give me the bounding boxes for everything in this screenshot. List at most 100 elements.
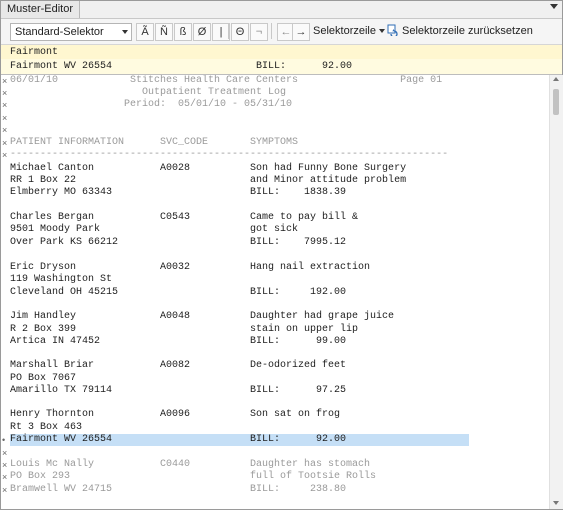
editor-line-text: Cleveland OH 45215 BILL: 192.00 [10,287,347,298]
excluded-line-marker-icon[interactable]: × [2,124,9,136]
window-title: Muster-Editor [1,1,81,18]
muster-editor-window: Muster-Editor Standard-Selektor Ã Ñ ß Ø … [0,0,563,510]
editor-line-text: 119 Washington St [10,274,113,285]
editor-line[interactable]: Michael Canton A0028 Son had Funny Bone … [1,163,549,175]
editor-line-text: PO Box 293 full of Tootsie Rolls [10,471,377,482]
char-button-theta[interactable]: Θ [231,23,249,41]
excluded-line-marker-icon[interactable]: × [2,459,9,471]
editor-line[interactable]: Henry Thornton A0096 Son sat on frog [1,409,549,421]
toolbar-separator [228,23,229,39]
excluded-line-marker-icon[interactable]: × [2,447,9,459]
selected-line-preview-text: Fairmont WV 26554 BILL: 92.00 [10,61,353,72]
selector-dropdown-value: Standard-Selektor [15,26,104,38]
editor-line-text: Elmberry MO 63343 BILL: 1838.39 [10,187,347,198]
editor-line-text: Over Park KS 66212 BILL: 7995.12 [10,237,347,248]
editor-line[interactable]: PO Box 7067 [1,373,549,385]
editor-line[interactable]: × [1,447,549,459]
toolbar-separator [271,23,272,39]
editor-line-text: Michael Canton A0028 Son had Funny Bone … [10,163,407,174]
editor-line[interactable]: Elmberry MO 63343 BILL: 1838.39 [1,187,549,199]
editor-line[interactable]: × Louis Mc Nally C0440 Daughter has stoma… [1,459,549,471]
editor-line[interactable]: × [1,112,549,124]
excluded-line-marker-icon[interactable]: × [2,75,9,87]
search-input[interactable]: Fairmont [10,46,58,59]
editor-line[interactable]: × [1,124,549,136]
excluded-line-marker-icon[interactable]: × [2,87,9,99]
editor-line-text: Charles Bergan C0543 Came to pay bill & [10,212,359,223]
excluded-line-marker-icon[interactable]: × [2,137,9,149]
excluded-line-marker-icon[interactable]: × [2,149,9,161]
char-button-n-tilde[interactable]: Ñ [155,23,173,41]
editor-line[interactable]: Charles Bergan C0543 Came to pay bill & [1,212,549,224]
editor-line-text: Jim Handley A0048 Daughter had grape jui… [10,311,395,322]
editor-line[interactable]: 119 Washington St [1,274,549,286]
editor-line-text: PO Box 7067 [10,373,77,384]
search-input-row[interactable]: Fairmont [1,45,562,60]
title-bar: Muster-Editor [1,1,562,19]
nav-right-button[interactable]: → [292,23,310,41]
editor-line[interactable]: Amarillo TX 79114 BILL: 97.25 [1,385,549,397]
editor-line-text: Outpatient Treatment Log [10,87,287,98]
editor-line-text: Henry Thornton A0096 Son sat on frog [10,409,341,420]
editor-line[interactable]: RR 1 Box 22 and Minor attitude problem [1,175,549,187]
editor-line-text: PATIENT INFORMATION SVC_CODE SYMPTOMS [10,137,299,148]
reset-selector-row-button[interactable]: Selektorzeile zurücksetzen [402,23,533,39]
editor-line[interactable]: Rt 3 Box 463 [1,422,549,434]
editor-line-text: 06/01/10 Stitches Health Care Centers Pa… [10,75,443,86]
editor-line[interactable]: × Period: 05/01/10 - 05/31/10 [1,99,549,111]
editor-line-text: Rt 3 Box 463 [10,422,83,433]
editor-line-text: RR 1 Box 22 and Minor attitude problem [10,175,407,186]
excluded-line-marker-icon[interactable]: × [2,484,9,496]
char-button-a-tilde[interactable]: Ã [136,23,154,41]
editor-line[interactable]: × PATIENT INFORMATION SVC_CODE SYMPTOMS [1,137,549,149]
selector-dropdown[interactable]: Standard-Selektor [10,23,132,41]
editor-line-text: ----------------------------------------… [10,149,449,160]
selector-row-label: Selektorzeile [313,25,376,37]
char-button-eszett[interactable]: ß [174,23,192,41]
editor-line[interactable]: × PO Box 293 full of Tootsie Rolls [1,471,549,483]
window-menu-chevron-icon[interactable] [550,4,558,9]
editor-line[interactable]: Over Park KS 66212 BILL: 7995.12 [1,237,549,249]
editor-line[interactable]: × ---------------------------------------… [1,149,549,161]
editor-line[interactable] [1,249,549,261]
editor-line[interactable]: • Fairmont WV 26554 BILL: 92.00 [1,434,549,446]
vertical-scrollbar[interactable] [549,75,563,509]
chevron-down-icon [378,29,385,34]
editor-line[interactable]: Marshall Briar A0082 De-odorized feet [1,360,549,372]
reset-selector-icon [387,24,398,36]
editor-line[interactable] [1,299,549,311]
editor-line-text: Amarillo TX 79114 BILL: 97.25 [10,385,347,396]
editor-line[interactable] [1,200,549,212]
editor-line-text: Eric Dryson A0032 Hang nail extraction [10,262,371,273]
editor-line-text: Louis Mc Nally C0440 Daughter has stomac… [10,459,371,470]
editor-line-text: Bramwell WV 24715 BILL: 238.80 [10,484,347,495]
editor-line[interactable]: × 06/01/10 Stitches Health Care Centers P… [1,75,549,87]
line-marker-icon[interactable]: • [2,434,9,446]
editor-line[interactable]: Artica IN 47452 BILL: 99.00 [1,336,549,348]
char-button-not-sign[interactable]: ¬ [250,23,268,41]
selected-line-preview: Fairmont WV 26554 BILL: 92.00 [1,59,562,75]
excluded-line-marker-icon[interactable]: × [2,471,9,483]
editor-line-text: R 2 Box 399 stain on upper lip [10,324,359,335]
editor-line[interactable]: R 2 Box 399 stain on upper lip [1,324,549,336]
editor-line-text: Period: 05/01/10 - 05/31/10 [10,99,293,110]
editor-line[interactable]: Cleveland OH 45215 BILL: 192.00 [1,287,549,299]
editor-line-text: Marshall Briar A0082 De-odorized feet [10,360,347,371]
scroll-up-icon[interactable] [553,77,559,81]
text-editor-area[interactable]: × 06/01/10 Stitches Health Care Centers P… [1,75,549,509]
excluded-line-marker-icon[interactable]: × [2,99,9,111]
excluded-line-marker-icon[interactable]: × [2,112,9,124]
char-button-o-slash[interactable]: Ø [193,23,211,41]
scroll-down-icon[interactable] [553,501,559,505]
editor-line[interactable] [1,397,549,409]
scrollbar-thumb[interactable] [553,89,559,115]
editor-line[interactable]: Eric Dryson A0032 Hang nail extraction [1,262,549,274]
toolbar: Standard-Selektor Ã Ñ ß Ø | Θ ¬ ← → Sele… [1,19,562,45]
editor-line[interactable]: × Bramwell WV 24715 BILL: 238.80 [1,484,549,496]
editor-line[interactable]: 9501 Moody Park got sick [1,224,549,236]
selector-row-menu[interactable]: Selektorzeile [313,23,385,39]
editor-line-text: Fairmont WV 26554 BILL: 92.00 [10,434,469,446]
editor-line-text: 9501 Moody Park got sick [10,224,299,235]
editor-line[interactable]: × Outpatient Treatment Log [1,87,549,99]
editor-line[interactable]: Jim Handley A0048 Daughter had grape jui… [1,311,549,323]
